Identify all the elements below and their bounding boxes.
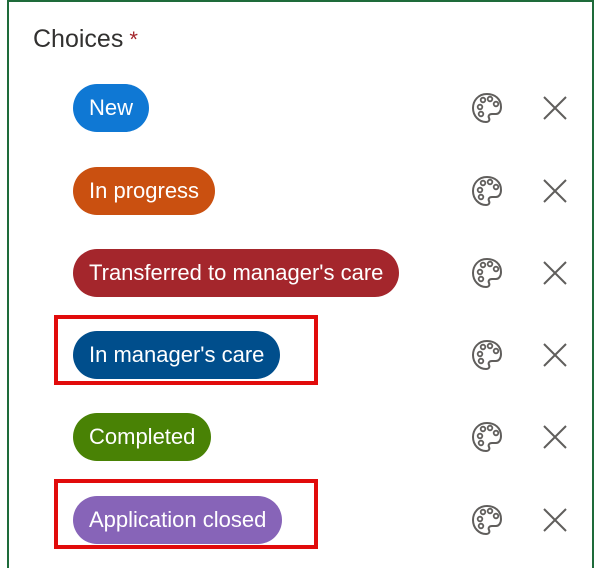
choice-remove-button[interactable] [539,92,571,124]
choices-heading: Choices * [33,22,138,57]
choice-pill-application-closed[interactable]: Application closed [73,496,283,544]
choice-remove-button[interactable] [539,175,571,207]
choices-title: Choices [33,25,124,53]
choice-remove-button[interactable] [539,339,571,371]
close-icon [543,96,567,120]
choice-remove-button[interactable] [539,421,571,453]
choice-remove-button[interactable] [539,257,571,289]
choice-remove-button[interactable] [539,504,571,536]
choice-row: Transferred to manager's care [9,245,592,301]
close-icon [543,425,567,449]
choice-color-button[interactable] [469,255,505,291]
choice-color-button[interactable] [469,90,505,126]
choice-pill-transferred[interactable]: Transferred to manager's care [73,249,400,297]
choice-row: Application closed [9,492,592,548]
choice-color-button[interactable] [469,173,505,209]
choices-panel: Choices * New In progress Transferred to … [7,0,594,568]
choice-color-button[interactable] [469,419,505,455]
choice-color-button[interactable] [469,502,505,538]
palette-icon [471,339,503,371]
choice-row: In progress [9,163,592,219]
choice-pill-completed[interactable]: Completed [73,413,212,461]
close-icon [543,261,567,285]
choice-color-button[interactable] [469,337,505,373]
choice-pill-in-progress[interactable]: In progress [73,167,216,215]
close-icon [543,508,567,532]
palette-icon [471,92,503,124]
close-icon [543,179,567,203]
choice-row: Completed [9,409,592,465]
close-icon [543,343,567,367]
choice-pill-in-managers-care[interactable]: In manager's care [73,331,281,379]
palette-icon [471,175,503,207]
choice-row: In manager's care [9,327,592,383]
palette-icon [471,257,503,289]
choice-row: New [9,80,592,136]
required-indicator: * [129,27,138,52]
choice-pill-new[interactable]: New [73,84,150,132]
palette-icon [471,504,503,536]
palette-icon [471,421,503,453]
